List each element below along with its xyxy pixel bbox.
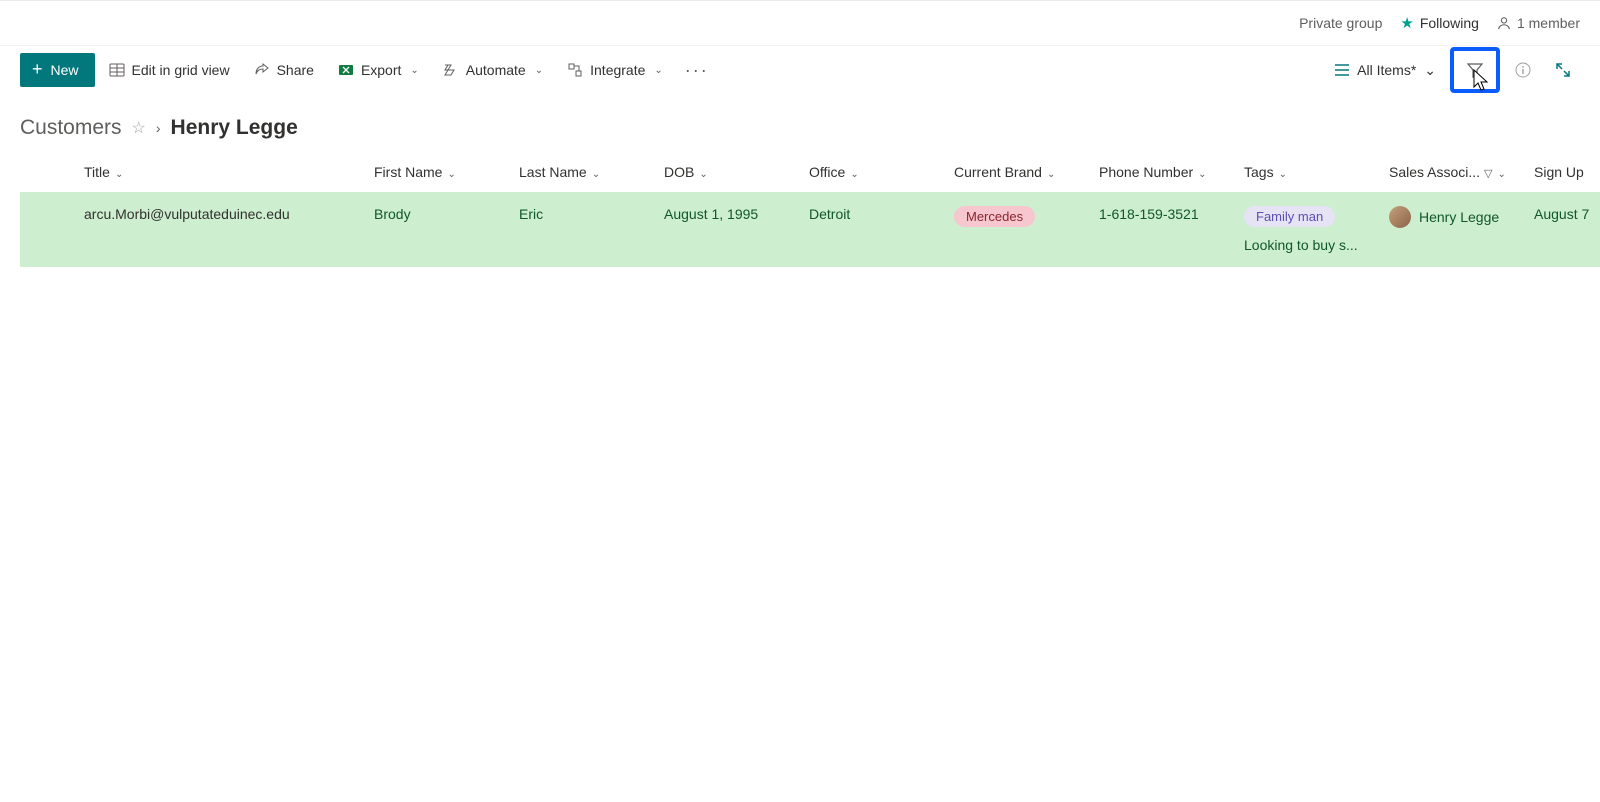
- cell-dob[interactable]: August 1, 1995: [656, 192, 801, 267]
- list-grid: Title⌄ First Name⌄ Last Name⌄ DOB⌄ Offic…: [0, 154, 1600, 267]
- select-all-header[interactable]: [20, 154, 76, 192]
- filter-button[interactable]: [1450, 47, 1500, 93]
- share-button[interactable]: Share: [244, 53, 324, 87]
- info-icon: [1515, 62, 1531, 78]
- expand-icon: [1555, 62, 1571, 78]
- flow-icon: [443, 62, 459, 78]
- site-header: Private group ★ Following 1 member: [0, 0, 1600, 46]
- view-selector[interactable]: All Items* ⌄: [1327, 53, 1444, 87]
- column-title[interactable]: Title⌄: [76, 154, 366, 192]
- avatar: [1389, 206, 1411, 228]
- cell-brand[interactable]: Mercedes: [946, 192, 1091, 267]
- members-button[interactable]: 1 member: [1497, 15, 1580, 31]
- chevron-right-icon: ›: [156, 120, 161, 136]
- cell-sign-up[interactable]: August 7: [1526, 192, 1600, 267]
- export-button[interactable]: Export ⌄: [328, 53, 429, 87]
- cell-last-name[interactable]: Eric: [511, 192, 656, 267]
- command-bar: + New Edit in grid view Share Export ⌄ A…: [0, 46, 1600, 94]
- new-button[interactable]: + New: [20, 53, 95, 87]
- view-label: All Items*: [1357, 62, 1416, 78]
- breadcrumb: Customers ☆ › Henry Legge: [0, 94, 1600, 154]
- list-icon: [1335, 64, 1349, 76]
- chevron-down-icon: ⌄: [410, 65, 418, 76]
- cell-first-name[interactable]: Brody: [366, 192, 511, 267]
- filter-icon: [1467, 62, 1483, 78]
- chevron-down-icon: ⌄: [1424, 62, 1436, 79]
- breadcrumb-root[interactable]: Customers: [20, 116, 122, 140]
- column-office[interactable]: Office⌄: [801, 154, 946, 192]
- grid-icon: [109, 62, 125, 78]
- cell-phone[interactable]: 1-618-159-3521: [1091, 192, 1236, 267]
- column-current-brand[interactable]: Current Brand⌄: [946, 154, 1091, 192]
- automate-label: Automate: [466, 62, 526, 78]
- following-label: Following: [1420, 15, 1479, 31]
- share-label: Share: [277, 62, 314, 78]
- edit-grid-button[interactable]: Edit in grid view: [99, 53, 240, 87]
- excel-icon: [338, 62, 354, 78]
- chevron-down-icon: ⌄: [535, 65, 543, 76]
- favorite-icon[interactable]: ☆: [132, 118, 146, 138]
- integrate-button[interactable]: Integrate ⌄: [557, 53, 673, 87]
- more-actions-button[interactable]: ···: [677, 60, 717, 81]
- new-label: New: [51, 62, 79, 78]
- private-group-label: Private group: [1299, 15, 1382, 31]
- command-bar-right: All Items* ⌄: [1327, 47, 1580, 93]
- integrate-label: Integrate: [590, 62, 645, 78]
- cell-office[interactable]: Detroit: [801, 192, 946, 267]
- info-button[interactable]: [1506, 53, 1540, 87]
- breadcrumb-leaf: Henry Legge: [171, 116, 298, 140]
- column-first-name[interactable]: First Name⌄: [366, 154, 511, 192]
- column-sign-up[interactable]: Sign Up: [1526, 154, 1600, 192]
- column-tags[interactable]: Tags⌄: [1236, 154, 1381, 192]
- cell-title[interactable]: arcu.Morbi@vulputateduinec.edu: [76, 192, 366, 267]
- expand-button[interactable]: [1546, 53, 1580, 87]
- edit-grid-label: Edit in grid view: [132, 62, 230, 78]
- column-last-name[interactable]: Last Name⌄: [511, 154, 656, 192]
- following-button[interactable]: ★ Following: [1400, 14, 1479, 32]
- column-headers: Title⌄ First Name⌄ Last Name⌄ DOB⌄ Offic…: [20, 154, 1600, 192]
- chevron-down-icon: ⌄: [654, 65, 662, 76]
- automate-button[interactable]: Automate ⌄: [433, 53, 553, 87]
- member-count-label: 1 member: [1517, 15, 1580, 31]
- column-sales-associate[interactable]: Sales Associ...▽⌄: [1381, 154, 1526, 192]
- star-icon: ★: [1400, 14, 1413, 32]
- person-icon: [1497, 16, 1511, 30]
- column-phone[interactable]: Phone Number⌄: [1091, 154, 1236, 192]
- integrate-icon: [567, 62, 583, 78]
- cell-sales-associate[interactable]: Henry Legge: [1381, 192, 1526, 267]
- export-label: Export: [361, 62, 401, 78]
- plus-icon: +: [32, 59, 43, 80]
- share-icon: [254, 62, 270, 78]
- column-dob[interactable]: DOB⌄: [656, 154, 801, 192]
- cell-tags[interactable]: Family man Looking to buy s...: [1236, 192, 1381, 267]
- filter-applied-icon: ▽: [1484, 168, 1492, 180]
- table-row[interactable]: arcu.Morbi@vulputateduinec.edu Brody Eri…: [20, 192, 1600, 267]
